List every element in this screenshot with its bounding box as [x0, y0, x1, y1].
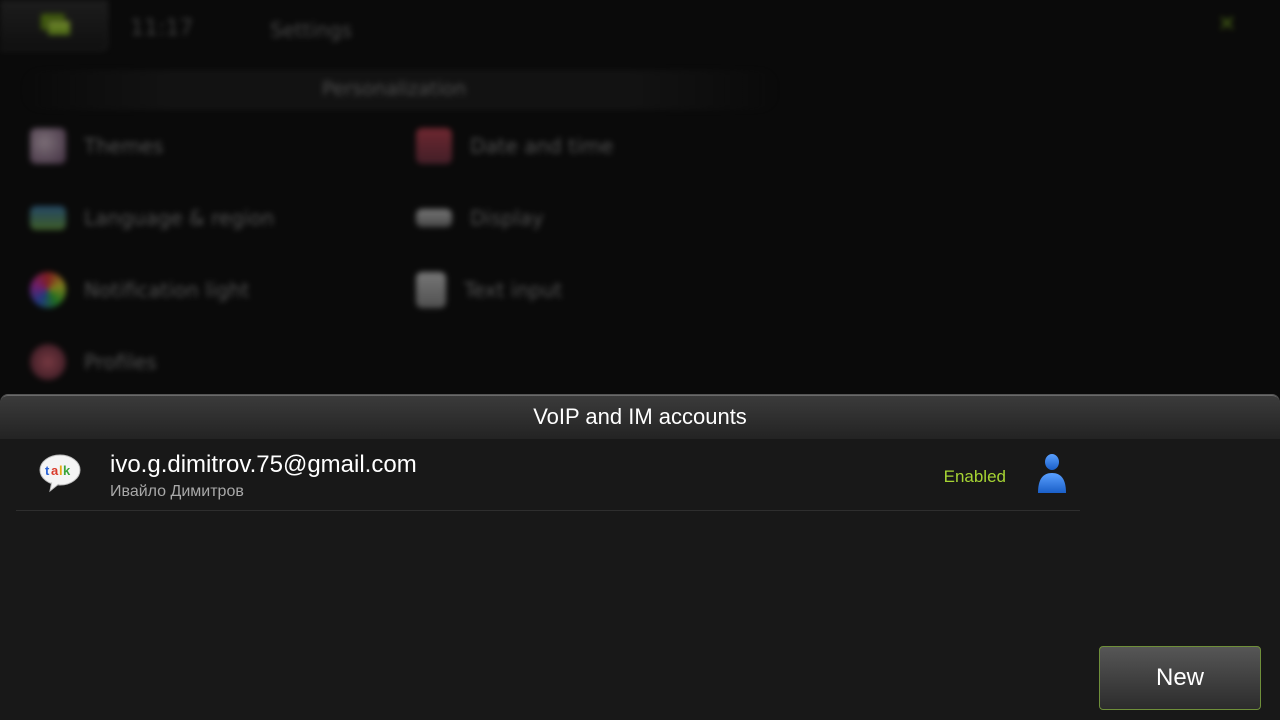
setting-item-date-time[interactable]: Date and time — [416, 116, 613, 176]
status-title: Settings — [270, 18, 353, 42]
profiles-icon — [30, 344, 66, 380]
setting-item-profiles[interactable]: Profiles — [30, 332, 157, 392]
task-switcher-button[interactable] — [0, 0, 108, 51]
themes-icon — [30, 128, 66, 164]
setting-item-label: Profiles — [84, 350, 157, 374]
task-switcher-icon — [47, 20, 71, 36]
account-status: Enabled — [943, 467, 1006, 486]
svg-text:t: t — [45, 463, 50, 478]
calendar-clock-icon — [416, 128, 452, 164]
svg-text:k: k — [63, 463, 71, 478]
status-bar: 11:17 Settings ✕ — [0, 0, 1280, 58]
new-account-button[interactable]: New — [1099, 646, 1261, 710]
setting-item-themes[interactable]: Themes — [30, 116, 163, 176]
account-display-name: Ивайло Димитров — [110, 483, 244, 500]
setting-item-label: Text input — [464, 278, 563, 302]
close-icon[interactable]: ✕ — [1206, 8, 1248, 42]
setting-item-display[interactable]: Display — [416, 188, 544, 248]
google-talk-icon: t a l k — [38, 453, 82, 493]
flag-icon — [30, 206, 66, 230]
setting-item-notification-light[interactable]: Notification light — [30, 260, 249, 320]
rgb-light-icon — [30, 272, 66, 308]
account-row[interactable]: t a l k ivo.g.dimitrov.75@gmail.com Ивай… — [16, 441, 1080, 511]
display-icon — [416, 209, 452, 227]
section-title: Personalization — [322, 78, 467, 100]
setting-item-label: Notification light — [84, 278, 250, 302]
setting-item-label: Language & region — [84, 206, 275, 230]
setting-item-label: Themes — [84, 134, 164, 158]
keyboard-icon — [416, 272, 446, 308]
accounts-dialog: VoIP and IM accounts t a l k ivo.g.dimit… — [0, 394, 1280, 720]
dialog-title: VoIP and IM accounts — [533, 404, 747, 429]
setting-item-label: Date and time — [470, 134, 614, 158]
person-icon — [1034, 453, 1070, 495]
setting-item-label: Display — [470, 206, 544, 230]
account-email: ivo.g.dimitrov.75@gmail.com — [110, 451, 417, 478]
svg-text:a: a — [51, 463, 59, 478]
dialog-header: VoIP and IM accounts — [0, 395, 1280, 439]
setting-item-language-region[interactable]: Language & region — [30, 188, 274, 248]
setting-item-text-input[interactable]: Text input — [416, 260, 562, 320]
section-header: Personalization — [20, 70, 780, 110]
status-time: 11:17 — [130, 16, 194, 41]
